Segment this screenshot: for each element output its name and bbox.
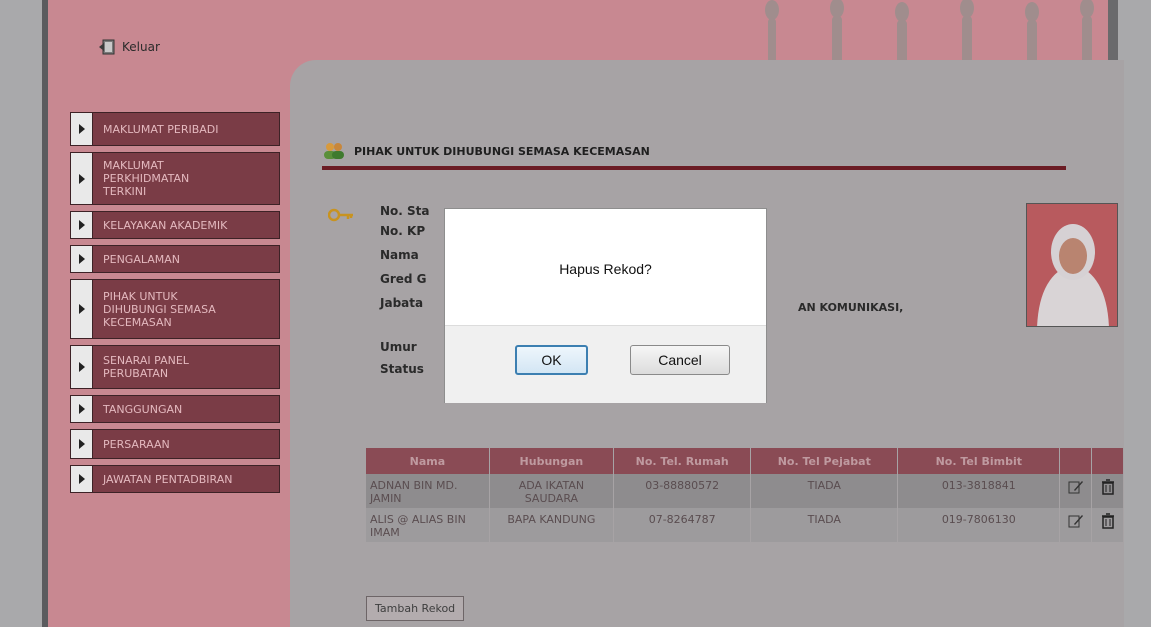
cell-tel-bimbit: 013-3818841	[897, 474, 1061, 508]
col-header-tel-rumah: No. Tel. Rumah	[613, 448, 752, 474]
staff-photo	[1026, 203, 1118, 327]
col-header-tel-pejabat: No. Tel Pejabat	[750, 448, 899, 474]
table-row: ALIS @ ALIAS BIN IMAM BAPA KANDUNG 07-82…	[366, 508, 1124, 542]
trash-icon[interactable]	[1100, 479, 1116, 495]
label-nama: Nama	[380, 248, 419, 262]
label-no-staf: No. Sta	[380, 204, 430, 218]
label-status: Status	[380, 362, 424, 376]
sidebar-item-panel-perubatan[interactable]: SENARAI PANEL PERUBATAN	[70, 345, 280, 389]
cell-tel-rumah: 07-8264787	[613, 508, 752, 542]
logout-link[interactable]: Keluar	[98, 38, 160, 56]
dialog-message: Hapus Rekod?	[559, 261, 652, 277]
door-exit-icon	[99, 39, 115, 55]
label-jabatan: Jabata	[380, 296, 424, 310]
table-header-row: Nama Hubungan No. Tel. Rumah No. Tel Pej…	[366, 448, 1124, 474]
cell-delete	[1091, 508, 1124, 542]
sidebar-item-pihak-kecemasan[interactable]: PIHAK UNTUK DIHUBUNGI SEMASA KECEMASAN	[70, 279, 280, 339]
chevron-right-icon	[71, 113, 93, 145]
sidebar-item-persaraan[interactable]: PERSARAAN	[70, 429, 280, 459]
sidebar-item-label: MAKLUMAT PERIBADI	[103, 122, 219, 136]
chevron-right-icon	[71, 396, 93, 422]
sidebar-item-pengalaman[interactable]: PENGALAMAN	[70, 245, 280, 273]
col-header-delete	[1091, 448, 1124, 474]
cell-delete	[1091, 474, 1124, 508]
label-no-kp: No. KP	[380, 224, 426, 238]
chevron-right-icon	[71, 430, 93, 458]
col-header-tel-bimbit: No. Tel Bimbit	[897, 448, 1061, 474]
sidebar-item-label: TANGGUNGAN	[103, 402, 183, 416]
sidebar-item-label: SENARAI PANEL PERUBATAN	[103, 354, 189, 380]
edit-icon[interactable]	[1068, 479, 1084, 495]
sidebar-item-jawatan-pentadbiran[interactable]: JAWATAN PENTADBIRAN	[70, 465, 280, 493]
confirm-dialog: Hapus Rekod? OK Cancel	[444, 208, 767, 403]
sidebar-menu: MAKLUMAT PERIBADI MAKLUMAT PERKHIDMATAN …	[70, 112, 280, 499]
label-umur: Umur	[380, 340, 417, 354]
cancel-button[interactable]: Cancel	[630, 345, 730, 375]
sidebar-item-label: JAWATAN PENTADBIRAN	[103, 472, 233, 486]
cell-edit	[1059, 508, 1093, 542]
cell-nama: ADNAN BIN MD. JAMIN	[366, 474, 490, 508]
contacts-table: Nama Hubungan No. Tel. Rumah No. Tel Pej…	[366, 448, 1124, 542]
frame-left-border	[42, 0, 48, 627]
ok-button[interactable]: OK	[515, 345, 588, 375]
staff-info-labels: No. Sta No. KP Nama Gred G Jabata Umur S…	[380, 204, 430, 382]
chevron-right-icon	[71, 212, 93, 238]
cell-tel-pejabat: TIADA	[750, 474, 899, 508]
sidebar-item-kelayakan-akademik[interactable]: KELAYAKAN AKADEMIK	[70, 211, 280, 239]
page-title: PIHAK UNTUK DIHUBUNGI SEMASA KECEMASAN	[354, 144, 650, 158]
cell-edit	[1059, 474, 1093, 508]
sidebar-item-label: PIHAK UNTUK DIHUBUNGI SEMASA KECEMASAN	[103, 289, 216, 329]
people-icon	[324, 143, 344, 159]
add-record-button[interactable]: Tambah Rekod	[366, 596, 465, 621]
edit-icon[interactable]	[1068, 513, 1084, 529]
table-row: ADNAN BIN MD. JAMIN ADA IKATAN SAUDARA 0…	[366, 474, 1124, 508]
sidebar-item-label: PERSARAAN	[103, 437, 170, 451]
cell-tel-rumah: 03-88880572	[613, 474, 752, 508]
sidebar-item-label: KELAYAKAN AKADEMIK	[103, 218, 228, 232]
title-divider	[322, 166, 1066, 170]
chevron-right-icon	[71, 153, 93, 204]
col-header-hubungan: Hubungan	[489, 448, 614, 474]
chevron-right-icon	[71, 346, 93, 388]
chevron-right-icon	[71, 246, 93, 272]
key-icon	[328, 208, 353, 222]
sidebar-item-maklumat-perkhidmatan[interactable]: MAKLUMAT PERKHIDMATAN TERKINI	[70, 152, 280, 205]
col-header-edit	[1059, 448, 1093, 474]
sidebar-item-tanggungan[interactable]: TANGGUNGAN	[70, 395, 280, 423]
label-gred: Gred G	[380, 272, 427, 286]
sidebar-item-maklumat-peribadi[interactable]: MAKLUMAT PERIBADI	[70, 112, 280, 146]
sidebar-item-label: MAKLUMAT PERKHIDMATAN TERKINI	[103, 159, 190, 198]
cell-hubungan: ADA IKATAN SAUDARA	[489, 474, 614, 508]
col-header-nama: Nama	[366, 448, 490, 474]
chevron-right-icon	[71, 280, 93, 338]
cell-tel-bimbit: 019-7806130	[897, 508, 1061, 542]
logout-label: Keluar	[122, 40, 160, 54]
section-heading: PIHAK UNTUK DIHUBUNGI SEMASA KECEMASAN	[322, 142, 650, 160]
trash-icon[interactable]	[1100, 513, 1116, 529]
jabatan-value: AN KOMUNIKASI,	[798, 301, 904, 314]
cell-tel-pejabat: TIADA	[750, 508, 899, 542]
cell-hubungan: BAPA KANDUNG	[489, 508, 614, 542]
sidebar-item-label: PENGALAMAN	[103, 252, 181, 266]
chevron-right-icon	[71, 466, 93, 492]
cell-nama: ALIS @ ALIAS BIN IMAM	[366, 508, 490, 542]
